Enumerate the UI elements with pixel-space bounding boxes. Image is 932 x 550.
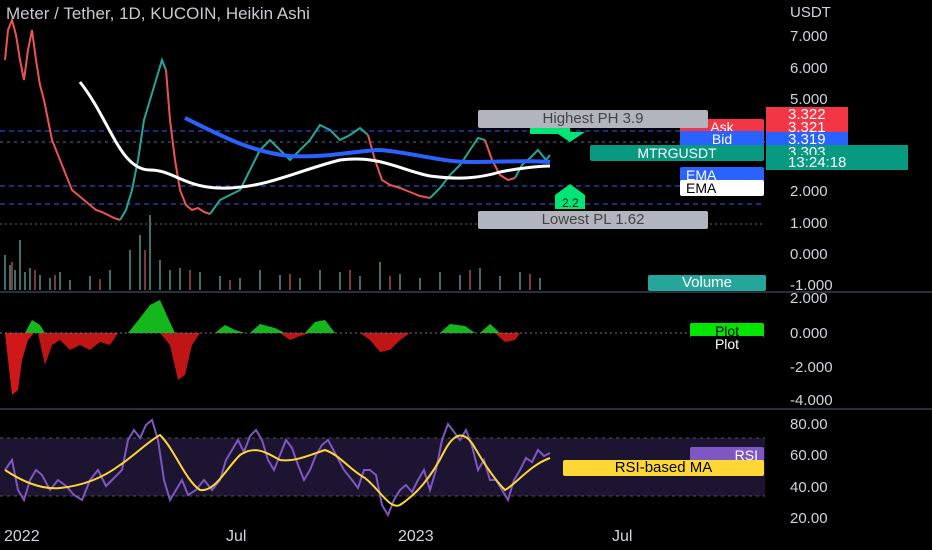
countdown-tag: 13:24:18 xyxy=(766,155,908,170)
x-axis-2023: 2023 xyxy=(398,528,434,545)
chart-root[interactable]: Meter / Tether, 1D, KUCOIN, Heikin Ashi … xyxy=(0,0,932,550)
price-axis-7: 7.000 xyxy=(790,28,828,45)
ema-label-white: EMA xyxy=(680,180,764,196)
price-axis-6: 6.000 xyxy=(790,60,828,77)
rsi-axis-60: 60.00 xyxy=(790,447,828,464)
volume-label: Volume xyxy=(648,275,766,291)
rsi-axis-40: 40.00 xyxy=(790,479,828,496)
rsi-axis-80: 80.00 xyxy=(790,416,828,433)
candles xyxy=(4,16,551,221)
oscillator-histogram xyxy=(5,300,520,395)
chart-canvas[interactable] xyxy=(0,0,932,550)
lowest-pivot-label: Lowest PL 1.62 xyxy=(478,211,708,229)
price-axis-1: 1.000 xyxy=(790,215,828,232)
volume-bars xyxy=(4,215,541,290)
osc-axis-2: 2.000 xyxy=(790,290,828,307)
price-axis-0: 0.000 xyxy=(790,246,828,263)
osc-axis-neg4: -4.000 xyxy=(790,392,833,409)
x-axis-jul-1: Jul xyxy=(226,528,247,545)
osc-axis-0: 0.000 xyxy=(790,325,828,342)
price-axis-2: 2.000 xyxy=(790,183,828,200)
x-axis-jul-2: Jul xyxy=(612,528,633,545)
osc-axis-neg2: -2.000 xyxy=(790,359,833,376)
x-axis-2022: 2022 xyxy=(4,528,40,545)
plot-label-black: Plot xyxy=(690,336,764,352)
pivot-mid-label: 2.2 xyxy=(562,196,579,210)
chart-title: Meter / Tether, 1D, KUCOIN, Heikin Ashi xyxy=(6,4,310,23)
highest-pivot-label: Highest PH 3.9 xyxy=(478,110,708,128)
currency-label: USDT xyxy=(790,4,831,21)
rsi-axis-20: 20.00 xyxy=(790,510,828,527)
rsi-ma-label: RSI-based MA xyxy=(563,460,764,476)
symbol-label: MTRGUSDT xyxy=(590,145,764,161)
